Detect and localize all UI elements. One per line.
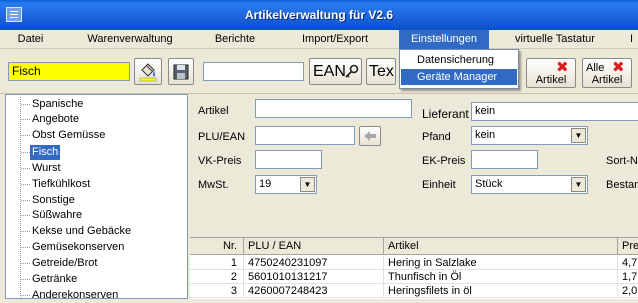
pfand-label: Pfand (422, 131, 451, 143)
chevron-down-icon[interactable]: ▼ (571, 128, 586, 143)
menu-einstellungen[interactable]: Einstellungen (399, 30, 489, 49)
plu-ean-input[interactable] (255, 126, 355, 145)
delete-x-icon: ✖ (556, 59, 569, 76)
text-search-button[interactable]: Tex (366, 58, 396, 85)
tree-connector-line (20, 97, 21, 299)
delete-article-button[interactable]: ✖ Artikel (526, 58, 576, 88)
column-header-artikel[interactable]: Artikel (384, 238, 618, 255)
sort-nr-label: Sort-N (606, 155, 638, 167)
tree-tick (21, 135, 30, 136)
tree-tick (21, 200, 30, 201)
lieferant-label: Lieferant (422, 107, 469, 121)
menu-berichte[interactable]: Berichte (205, 30, 265, 49)
tree-item-sonstige[interactable]: Sonstige (32, 193, 75, 208)
menu-warenverwaltung[interactable]: Warenverwaltung (80, 30, 180, 49)
key-icon (345, 64, 359, 78)
lieferant-input[interactable]: kein (471, 102, 638, 121)
delete-article-label: Artikel (535, 74, 567, 86)
chevron-down-icon[interactable]: ▼ (300, 177, 315, 192)
menu-import-export[interactable]: Import/Export (290, 30, 380, 49)
tree-item-kekse[interactable]: Kekse und Gebäcke (32, 224, 131, 239)
tree-item-obst-gemuesse[interactable]: Obst Gemüsse (32, 128, 105, 143)
tree-tick (21, 231, 30, 232)
table-cell-preis[interactable]: 4,7 (618, 256, 638, 270)
tree-item-anderekonserven[interactable]: Anderekonserven (32, 288, 118, 303)
bestand-label: Bestan (606, 179, 638, 191)
tree-tick (21, 295, 30, 296)
save-button[interactable] (168, 58, 194, 85)
tree-item-tiefkuehlkost[interactable]: Tiefkühlkost (32, 177, 90, 192)
delete-all-label-line1: Alle (586, 62, 605, 74)
table-cell-nr[interactable]: 3 (190, 284, 244, 298)
artikel-input[interactable] (255, 99, 412, 118)
table-cell-plu[interactable]: 4750240231097 (244, 256, 384, 270)
vk-preis-input[interactable] (255, 150, 322, 169)
menu-datei[interactable]: Datei (8, 30, 53, 49)
table-cell-artikel[interactable]: Heringsfilets in öl (384, 284, 618, 298)
artikel-label: Artikel (198, 105, 229, 117)
vk-preis-label: VK-Preis (198, 155, 242, 167)
table-cell-nr[interactable]: 2 (190, 270, 244, 284)
column-header-preis[interactable]: Pre (618, 238, 638, 255)
tree-tick (21, 104, 30, 105)
pfand-value: kein (475, 129, 496, 141)
menu-virtuelle-tastatur[interactable]: virtuelle Tastatur (505, 30, 605, 49)
paint-bucket-icon (139, 63, 157, 82)
delete-all-label-line2: Artikel (591, 74, 623, 86)
tree-tick (21, 168, 30, 169)
table-cell-artikel[interactable]: Hering in Salzlake (384, 256, 618, 270)
tree-item-wurst[interactable]: Wurst (32, 161, 61, 176)
einheit-label: Einheit (422, 179, 456, 191)
column-header-plu-ean[interactable]: PLU / EAN (244, 238, 384, 255)
tree-tick (21, 279, 30, 280)
tree-item-suesswahre[interactable]: Süßwahre (32, 208, 82, 223)
tree-item-fisch[interactable]: Fisch (30, 145, 61, 160)
chevron-down-icon[interactable]: ▼ (571, 177, 586, 192)
tree-tick (21, 152, 30, 153)
table-cell-plu[interactable]: 5601010131217 (244, 270, 384, 284)
table-cell-preis[interactable]: 2,0 (618, 284, 638, 298)
ek-preis-label: EK-Preis (422, 155, 466, 167)
einheit-value: Stück (475, 178, 503, 190)
table-cell-nr[interactable]: 1 (190, 256, 244, 270)
ean-search-button[interactable]: EAN (309, 58, 362, 85)
tree-item-spanische[interactable]: Spanische (32, 97, 83, 112)
ean-button-label: EAN (313, 63, 346, 80)
tree-item-angebote[interactable]: Angebote (32, 112, 79, 127)
delete-all-x-icon: ✖ (612, 59, 625, 76)
plu-arrow-button[interactable] (359, 126, 381, 146)
tree-tick (21, 119, 30, 120)
floppy-disk-icon (173, 64, 189, 80)
menu-geraete-manager[interactable]: Geräte Manager (401, 69, 517, 85)
paint-bucket-button[interactable] (134, 58, 162, 85)
tree-item-getraenke[interactable]: Getränke (32, 272, 77, 287)
delete-all-articles-button[interactable]: Alle ✖ Artikel (582, 58, 632, 88)
plu-ean-label: PLU/EAN (198, 131, 246, 143)
ek-preis-input[interactable] (471, 150, 538, 169)
mwst-label: MwSt. (198, 179, 229, 191)
window-title: Artikelverwaltung für V2.6 (244, 8, 394, 22)
table-cell-preis[interactable]: 1,7 (618, 270, 638, 284)
column-header-nr[interactable]: Nr. (190, 238, 244, 255)
tree-tick (21, 247, 30, 248)
text-button-label: Tex (369, 63, 394, 80)
search-input[interactable]: Fisch (8, 62, 130, 81)
arrow-left-icon (364, 131, 376, 141)
tree-tick (21, 215, 30, 216)
tree-tick (21, 263, 30, 264)
tree-tick (21, 184, 30, 185)
tree-item-getreide-brot[interactable]: Getreide/Brot (32, 256, 97, 271)
barcode-input[interactable] (203, 62, 304, 81)
mwst-value: 19 (259, 178, 272, 190)
menu-datensicherung[interactable]: Datensicherung (401, 52, 517, 68)
tree-item-gemuesekonserven[interactable]: Gemüsekonserven (32, 240, 124, 255)
table-cell-artikel[interactable]: Thunfisch in Öl (384, 270, 618, 284)
table-cell-plu[interactable]: 4260007248423 (244, 284, 384, 298)
menu-item-cut-off[interactable]: I (625, 30, 638, 49)
